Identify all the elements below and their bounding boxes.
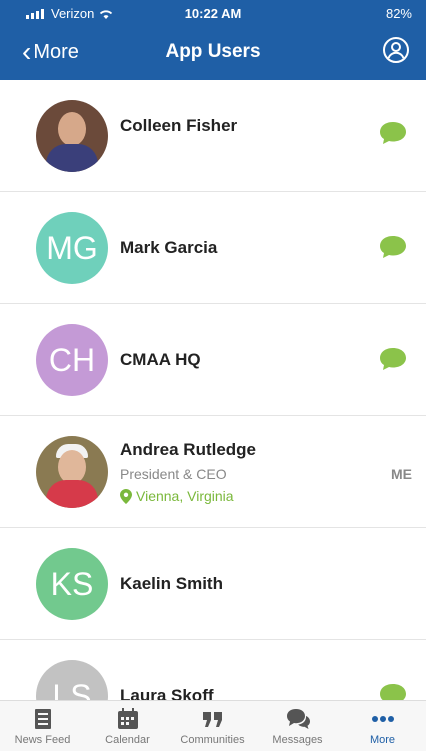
user-title: President & CEO [120,466,227,482]
user-name: Colleen Fisher [120,116,238,135]
user-name: Kaelin Smith [120,574,223,593]
avatar: MG [36,212,108,284]
tab-news-feed[interactable]: News Feed [0,701,85,751]
user-row-kaelin-smith[interactable]: KS Kaelin Smith [0,528,426,640]
page-title: App Users [165,41,261,62]
chat-icon[interactable] [378,682,408,700]
user-name: CMAA HQ [120,350,201,369]
tab-label: Communities [180,734,245,746]
user-row-mark-garcia[interactable]: MG Mark Garcia [0,192,426,304]
avatar: LS [36,660,108,700]
calendar-icon [117,708,138,729]
user-name: Laura Skoff [120,686,214,700]
status-time: 10:22 AM [184,6,242,21]
tab-more[interactable]: More [340,701,425,751]
app-header: Verizon 10:22 AM 82% ‹ More App Users [0,0,426,80]
communities-icon [202,712,222,727]
more-icon [371,716,394,722]
me-badge: ME [391,466,412,482]
chat-icon[interactable] [378,234,408,260]
news-feed-icon [34,709,51,729]
user-row-colleen-fisher[interactable]: Colleen Fisher [0,80,426,192]
user-location: Vienna, Virginia [120,488,234,504]
tab-label: Calendar [105,734,150,746]
location-text: Vienna, Virginia [136,488,234,504]
tab-bar: News Feed Calendar Communities Messages … [0,700,426,751]
navigation-bar: ‹ More App Users [0,30,426,74]
location-pin-icon [120,488,132,504]
avatar: CH [36,324,108,396]
chat-icon[interactable] [378,346,408,372]
user-name: Andrea Rutledge [120,440,257,459]
user-row-laura-skoff[interactable]: LS Laura Skoff [0,640,426,700]
tab-label: More [369,734,396,746]
profile-icon[interactable] [382,36,410,64]
battery-level: 82% [385,6,412,21]
avatar: KS [36,548,108,620]
user-row-cmaa-hq[interactable]: CH CMAA HQ [0,304,426,416]
avatar [36,436,108,508]
chat-icon[interactable] [378,120,408,146]
status-bar: Verizon 10:22 AM 82% [0,0,426,26]
tab-label: Messages [272,734,323,746]
tab-messages[interactable]: Messages [255,701,340,751]
user-list: Colleen Fisher MG Mark Garcia CH CMAA HQ… [0,80,426,700]
tab-label: News Feed [14,734,71,746]
tab-communities[interactable]: Communities [170,701,255,751]
user-name: Mark Garcia [120,238,218,257]
tab-calendar[interactable]: Calendar [85,701,170,751]
user-row-andrea-rutledge[interactable]: Andrea Rutledge President & CEO Vienna, … [0,416,426,528]
avatar [36,100,108,172]
messages-icon [286,709,310,729]
